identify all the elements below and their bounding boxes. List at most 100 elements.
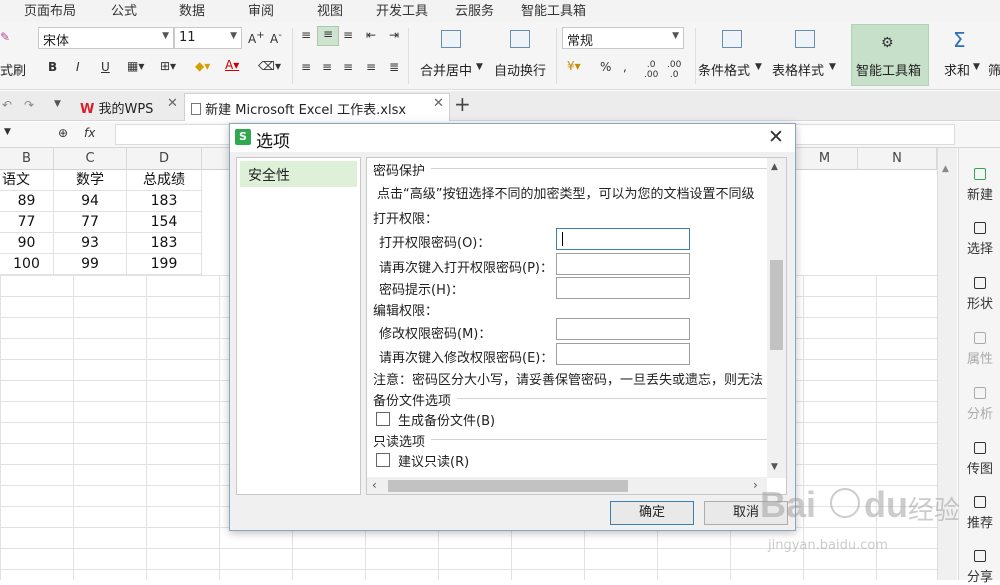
dialog-title-bar[interactable]: S 选项 ✕ bbox=[230, 124, 795, 152]
table-cell[interactable]: 77 bbox=[54, 212, 127, 233]
menu-cloud[interactable]: 云服务 bbox=[455, 0, 494, 19]
task-pane-new[interactable]: 新建 bbox=[959, 168, 1000, 203]
zoom-icon[interactable]: ⊕ bbox=[58, 126, 68, 140]
column-header-m[interactable]: M bbox=[792, 148, 858, 170]
close-icon[interactable]: ✕ bbox=[768, 126, 784, 148]
align-bottom-icon[interactable]: ≡ bbox=[343, 28, 353, 42]
format-painter-icon[interactable]: ✎ bbox=[0, 30, 10, 44]
suggest-readonly-label[interactable]: 建议只读(R) bbox=[398, 451, 469, 470]
table-cell[interactable]: 183 bbox=[127, 233, 202, 254]
distributed-icon[interactable]: ≣ bbox=[389, 60, 399, 74]
table-cell[interactable]: 总成绩 bbox=[127, 170, 202, 191]
menu-developer[interactable]: 开发工具 bbox=[376, 0, 428, 19]
task-pane-upload-image[interactable]: 传图 bbox=[959, 442, 1000, 477]
table-cell[interactable]: 93 bbox=[54, 233, 127, 254]
generate-backup-checkbox[interactable] bbox=[376, 412, 390, 426]
fill-color-icon[interactable]: ◆▾ bbox=[195, 59, 210, 73]
border-icon[interactable]: ▦▾ bbox=[127, 59, 144, 73]
format-painter-label[interactable]: 式刷 bbox=[0, 60, 26, 79]
conditional-format-button[interactable]: 条件格式 bbox=[698, 60, 750, 79]
function-button[interactable]: fx bbox=[84, 126, 95, 140]
column-header-b[interactable]: B bbox=[0, 148, 54, 170]
underline-icon[interactable]: U bbox=[101, 60, 110, 74]
indent-increase-icon[interactable]: ⇥ bbox=[389, 28, 399, 42]
merge-center-button[interactable]: 合并居中 bbox=[420, 60, 472, 79]
clear-format-icon[interactable]: ⌫▾ bbox=[258, 59, 281, 73]
suggest-readonly-checkbox[interactable] bbox=[376, 453, 390, 467]
table-cell[interactable]: 154 bbox=[127, 212, 202, 233]
align-middle-icon[interactable]: ≡ bbox=[317, 26, 339, 46]
modify-password-input[interactable] bbox=[556, 318, 690, 340]
font-size-select[interactable]: 11 ▼ bbox=[174, 27, 242, 49]
scroll-thumb[interactable] bbox=[770, 260, 783, 350]
chevron-down-icon[interactable]: ▼ bbox=[973, 62, 980, 72]
column-header-c[interactable]: C bbox=[54, 148, 127, 170]
table-cell[interactable]: 语文 bbox=[0, 170, 54, 191]
wrap-text-icon[interactable] bbox=[510, 30, 530, 48]
menu-smart-toolbox[interactable]: 智能工具箱 bbox=[521, 0, 586, 19]
table-cell[interactable]: 77 bbox=[0, 212, 54, 233]
table-cell[interactable]: 89 bbox=[0, 191, 54, 212]
chevron-right-icon[interactable]: › bbox=[753, 478, 758, 492]
table-cell[interactable]: 94 bbox=[54, 191, 127, 212]
add-tab-button[interactable]: + bbox=[454, 92, 471, 116]
align-center-icon[interactable]: ≡ bbox=[322, 60, 332, 74]
chevron-up-icon[interactable]: ▲ bbox=[771, 162, 778, 172]
decrease-font-icon[interactable]: A- bbox=[270, 30, 282, 46]
table-cell[interactable]: 99 bbox=[54, 254, 127, 275]
table-style-icon[interactable] bbox=[795, 30, 815, 48]
menu-page-layout[interactable]: 页面布局 bbox=[24, 0, 76, 19]
table-cell[interactable]: 100 bbox=[0, 254, 54, 275]
percent-icon[interactable]: % bbox=[600, 60, 611, 74]
chevron-down-icon[interactable]: ▼ bbox=[771, 462, 778, 472]
open-password-input[interactable] bbox=[556, 228, 690, 250]
table-style-button[interactable]: 表格样式 bbox=[772, 60, 824, 79]
bold-icon[interactable]: B bbox=[48, 60, 57, 74]
comma-icon[interactable]: , bbox=[623, 60, 627, 74]
sum-button[interactable]: 求和 bbox=[944, 60, 970, 79]
menu-view[interactable]: 视图 bbox=[317, 0, 343, 19]
column-header-n[interactable]: N bbox=[858, 148, 937, 170]
merge-center-icon[interactable] bbox=[441, 30, 461, 48]
ok-button[interactable]: 确定 bbox=[610, 501, 694, 525]
table-cell[interactable]: 199 bbox=[127, 254, 202, 275]
password-hint-input[interactable] bbox=[556, 277, 690, 299]
align-left-icon[interactable]: ≡ bbox=[301, 60, 311, 74]
task-pane-select[interactable]: 选择 bbox=[959, 222, 1000, 257]
open-password-confirm-input[interactable] bbox=[556, 253, 690, 275]
smart-toolbox-button[interactable]: ⚙ 智能工具箱 bbox=[851, 24, 929, 86]
chevron-up-icon[interactable]: ▲ bbox=[942, 164, 949, 174]
chevron-down-icon[interactable]: ▼ bbox=[54, 99, 61, 109]
chevron-down-icon[interactable]: ▼ bbox=[4, 127, 11, 137]
nav-item-security[interactable]: 安全性 bbox=[240, 161, 357, 187]
currency-icon[interactable]: ¥▾ bbox=[567, 59, 581, 73]
column-header-d[interactable]: D bbox=[127, 148, 202, 170]
close-icon[interactable]: ✕ bbox=[433, 96, 444, 111]
task-pane-properties[interactable]: 属性 bbox=[959, 332, 1000, 367]
increase-font-icon[interactable]: A+ bbox=[248, 30, 265, 46]
redo-icon[interactable]: ↷ bbox=[24, 98, 34, 112]
decrease-decimal-icon[interactable]: .00.0 bbox=[667, 60, 681, 80]
justify-icon[interactable]: ≡ bbox=[366, 60, 376, 74]
menu-review[interactable]: 审阅 bbox=[248, 0, 274, 19]
sum-icon[interactable]: Σ bbox=[953, 28, 966, 52]
scroll-thumb[interactable] bbox=[388, 480, 628, 492]
task-pane-shape[interactable]: 形状 bbox=[959, 277, 1000, 312]
dialog-vertical-scrollbar[interactable]: ▲ ▼ bbox=[767, 158, 786, 478]
indent-decrease-icon[interactable]: ⇤ bbox=[366, 28, 376, 42]
tab-excel-document[interactable]: 新建 Microsoft Excel 工作表.xlsx bbox=[184, 93, 450, 121]
italic-icon[interactable]: I bbox=[76, 60, 80, 74]
chevron-down-icon[interactable]: ▼ bbox=[476, 62, 483, 72]
task-pane-recommend[interactable]: 推荐 bbox=[959, 496, 1000, 531]
close-icon[interactable]: ✕ bbox=[167, 96, 178, 111]
table-cell[interactable]: 183 bbox=[127, 191, 202, 212]
menu-formula[interactable]: 公式 bbox=[111, 0, 137, 19]
task-pane-analyze[interactable]: 分析 bbox=[959, 387, 1000, 422]
table-cell[interactable]: 90 bbox=[0, 233, 54, 254]
align-top-icon[interactable]: ≡ bbox=[301, 28, 311, 42]
menu-data[interactable]: 数据 bbox=[179, 0, 205, 19]
wrap-text-button[interactable]: 自动换行 bbox=[494, 60, 546, 79]
font-color-icon[interactable]: A▾ bbox=[225, 58, 239, 72]
font-name-select[interactable]: 宋体 ▼ bbox=[38, 27, 174, 49]
filter-button[interactable]: 筛 bbox=[988, 60, 1000, 79]
